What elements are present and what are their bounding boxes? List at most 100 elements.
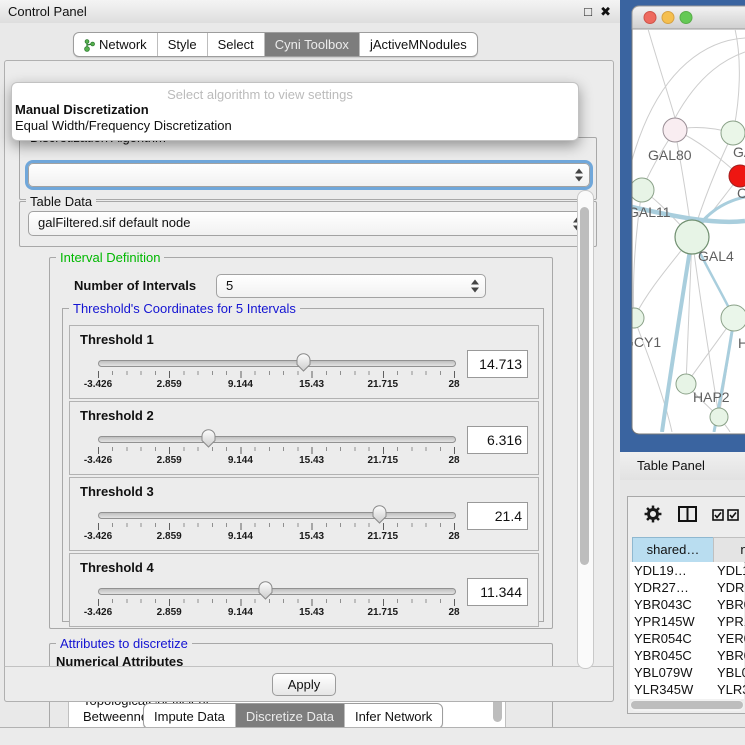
algorithm-dropdown-popup: Select algorithm to view settings Manual… <box>11 82 579 141</box>
column-header-shared-name[interactable]: shared… <box>632 537 714 563</box>
threshold-4-panel: Threshold 4 -3.426 2.859 9.144 15.43 <box>69 553 539 627</box>
threshold-1-label: Threshold 1 <box>80 332 154 347</box>
checkbox-icon[interactable] <box>727 509 739 521</box>
cell[interactable]: YER054C <box>634 630 712 647</box>
tab-network-label: Network <box>99 34 147 55</box>
table-row[interactable]: YBR045C YBR0 <box>628 647 745 664</box>
right-panel: GAL80 GA C GAL11 GAL4 GCY1 H HAP2 Table … <box>620 0 745 745</box>
slider-thumb-icon[interactable] <box>201 429 216 448</box>
apply-button[interactable]: Apply <box>272 673 336 696</box>
scrollbar-thumb[interactable] <box>580 207 589 565</box>
table-data-select[interactable]: galFiltered.sif default node <box>28 211 588 236</box>
interval-definition-group-title: Interval Definition <box>56 250 164 265</box>
tab-impute-data-label: Impute Data <box>154 706 225 727</box>
cell[interactable]: YBL079W <box>634 664 712 681</box>
slider-scale-labels: -3.426 2.859 9.144 15.43 21.715 28 <box>98 455 454 467</box>
tab-infer-network[interactable]: Infer Network <box>345 704 442 728</box>
number-of-intervals-select[interactable]: 5 <box>216 274 486 298</box>
panel-title: Control Panel <box>8 0 87 23</box>
network-view-window[interactable]: GAL80 GA C GAL11 GAL4 GCY1 H HAP2 <box>620 0 745 452</box>
cell[interactable]: YDR2 <box>717 579 745 596</box>
cell[interactable]: YBR0 <box>717 647 745 664</box>
table-row[interactable]: YBR043C YBR0 <box>628 596 745 613</box>
table-row[interactable]: YER054C YER0 <box>628 630 745 647</box>
table-row[interactable]: YBL079W YBL0 <box>628 664 745 681</box>
horizontal-scrollbar[interactable] <box>630 699 744 711</box>
scale-label: 28 <box>448 607 459 618</box>
network-node[interactable] <box>710 408 728 426</box>
tab-select[interactable]: Select <box>208 33 265 56</box>
cell[interactable]: YDL19… <box>634 562 712 579</box>
cell[interactable]: YBR045C <box>634 647 712 664</box>
network-canvas[interactable]: GAL80 GA C GAL11 GAL4 GCY1 H HAP2 <box>620 0 745 452</box>
scale-label: -3.426 <box>84 607 112 618</box>
table-panel-titlebar: Table Panel <box>620 452 745 481</box>
tab-impute-data[interactable]: Impute Data <box>144 704 236 728</box>
cell[interactable]: YDL1 <box>717 562 745 579</box>
slider-major-ticks <box>98 599 455 606</box>
network-node[interactable] <box>721 121 745 145</box>
scale-label: 2.859 <box>157 531 182 542</box>
threshold-1-value-field[interactable]: 14.713 <box>467 350 528 378</box>
table-settings-gear-icon[interactable] <box>644 505 662 523</box>
node-label-hap2: HAP2 <box>693 389 730 405</box>
popup-option-manual-discretization[interactable]: Manual Discretization <box>12 102 578 118</box>
cell[interactable]: YBR043C <box>634 596 712 613</box>
threshold-4-value-field[interactable]: 11.344 <box>467 578 528 606</box>
tab-style[interactable]: Style <box>158 33 208 56</box>
network-node-gal80[interactable] <box>663 118 687 142</box>
node-label-partial: H <box>738 335 745 351</box>
slider-thumb-icon[interactable] <box>258 581 273 600</box>
float-panel-icon[interactable]: □ <box>584 0 592 23</box>
checkbox-icon[interactable] <box>712 509 724 521</box>
network-node[interactable] <box>721 305 745 331</box>
threshold-3-value-field[interactable]: 21.4 <box>467 502 528 530</box>
scale-label: 9.144 <box>228 607 253 618</box>
cell[interactable]: YER0 <box>717 630 745 647</box>
close-traffic-light-icon[interactable] <box>644 12 656 24</box>
cell[interactable]: YDR27… <box>634 579 712 596</box>
slider-scale-labels: -3.426 2.859 9.144 15.43 21.715 28 <box>98 607 454 619</box>
threshold-coordinates-group-title: Threshold's Coordinates for 5 Intervals <box>69 301 300 316</box>
slider-track[interactable] <box>98 436 456 443</box>
network-icon <box>84 38 95 52</box>
scrollbar-thumb[interactable] <box>631 701 743 709</box>
slider-track[interactable] <box>98 512 456 519</box>
split-columns-icon[interactable] <box>678 506 697 522</box>
column-header-name[interactable]: n <box>713 537 745 563</box>
slider-thumb-icon[interactable] <box>372 505 387 524</box>
cell[interactable]: YBR0 <box>717 596 745 613</box>
scale-label: 28 <box>448 379 459 390</box>
table-row[interactable]: YDR27… YDR2 <box>628 579 745 596</box>
network-node-gal11[interactable] <box>630 178 654 202</box>
node-label-gal11: GAL11 <box>628 204 671 220</box>
vertical-scrollbar[interactable] <box>577 190 594 669</box>
tab-style-label: Style <box>168 34 197 55</box>
slider-scale-labels: -3.426 2.859 9.144 15.43 21.715 28 <box>98 379 454 391</box>
threshold-2-value-field[interactable]: 6.316 <box>467 426 528 454</box>
scale-label: 21.715 <box>368 455 399 466</box>
tab-discretize-data[interactable]: Discretize Data <box>236 704 345 728</box>
table-data-group: Table Data galFiltered.sif default node <box>19 201 597 247</box>
tab-network[interactable]: Network <box>74 33 158 56</box>
table-row[interactable]: YDL19… YDL1 <box>628 562 745 579</box>
slider-thumb-icon[interactable] <box>296 353 311 372</box>
table-row[interactable]: YPR145W YPR1 <box>628 613 745 630</box>
slider-track[interactable] <box>98 360 456 367</box>
cell[interactable]: YBL0 <box>717 664 745 681</box>
tab-jactivemnodules[interactable]: jActiveMNodules <box>360 33 477 56</box>
zoom-traffic-light-icon[interactable] <box>680 12 692 24</box>
popup-option-equal-width-frequency[interactable]: Equal Width/Frequency Discretization <box>12 118 578 134</box>
algorithm-select[interactable] <box>28 163 590 187</box>
node-label-gal80: GAL80 <box>648 147 692 163</box>
cell[interactable]: YPR145W <box>634 613 712 630</box>
threshold-2-panel: Threshold 2 -3.426 2.859 9.144 15.43 <box>69 401 539 475</box>
minimize-traffic-light-icon[interactable] <box>662 12 674 24</box>
tab-cyni-toolbox[interactable]: Cyni Toolbox <box>265 33 360 56</box>
close-panel-icon[interactable]: ✖ <box>600 0 611 23</box>
scale-label: 21.715 <box>368 379 399 390</box>
cell[interactable]: YPR1 <box>717 613 745 630</box>
slider-track[interactable] <box>98 588 456 595</box>
algorithm-popup-hint: Select algorithm to view settings <box>12 87 578 102</box>
slider-major-ticks <box>98 447 455 454</box>
